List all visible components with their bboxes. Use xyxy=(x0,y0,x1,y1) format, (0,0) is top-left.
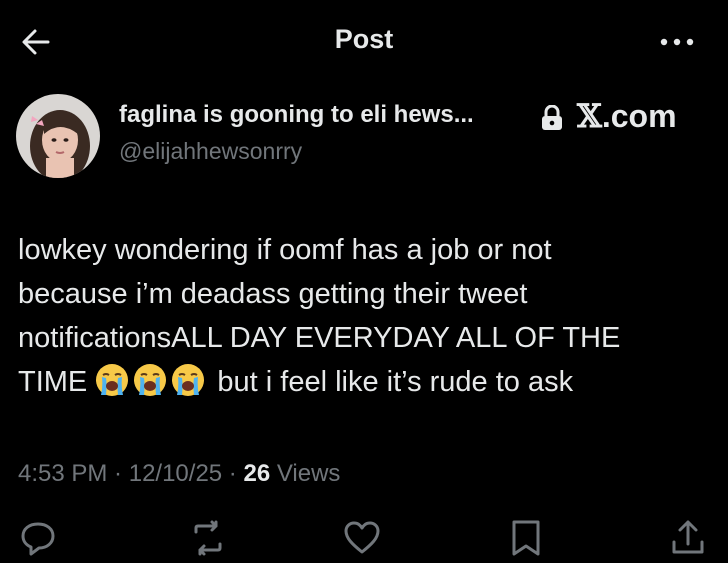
post-line: because i’m deadass getting their tweet xyxy=(18,278,528,310)
author-display-name[interactable]: faglina is gooning to eli hews... xyxy=(119,101,474,129)
avatar[interactable] xyxy=(16,94,100,178)
share-icon xyxy=(672,520,704,554)
post-meta: 4:53 PM · 12/10/25 · 26 Views xyxy=(18,460,340,488)
action-bar xyxy=(0,518,728,558)
meta-separator: · xyxy=(107,460,129,487)
bookmark-button[interactable] xyxy=(506,518,546,558)
repost-button[interactable] xyxy=(188,518,228,558)
x-com-text: .com xyxy=(601,98,677,134)
reply-button[interactable] xyxy=(18,518,58,558)
loudly-crying-face-icon xyxy=(172,364,205,396)
more-options-button[interactable] xyxy=(658,28,698,56)
more-horizontal-icon xyxy=(660,38,694,46)
lock-icon xyxy=(541,104,563,131)
views-count[interactable]: 26 xyxy=(243,460,270,487)
post-line: TIME xyxy=(18,366,88,398)
like-button[interactable] xyxy=(342,518,382,558)
post-line-last: TIME but i feel like it’s rude to ask xyxy=(18,360,718,404)
reply-icon xyxy=(21,522,55,556)
share-button[interactable] xyxy=(668,518,708,558)
bookmark-icon xyxy=(512,520,540,556)
post-line: but i feel like it’s rude to ask xyxy=(217,366,574,398)
loudly-crying-face-icon xyxy=(134,364,167,396)
avatar-photo xyxy=(16,94,100,178)
post-time[interactable]: 4:53 PM xyxy=(18,460,107,487)
post-line: lowkey wondering if oomf has a job or no… xyxy=(18,234,552,266)
repost-icon xyxy=(194,520,222,556)
author-handle[interactable]: @elijahhewsonrry xyxy=(119,138,302,165)
post-text: lowkey wondering if oomf has a job or no… xyxy=(18,228,718,404)
top-bar: Post xyxy=(0,0,728,80)
page-title: Post xyxy=(334,24,394,54)
loudly-crying-face-icon xyxy=(96,364,129,396)
meta-separator: · xyxy=(222,460,244,487)
post-line: notificationsALL DAY EVERYDAY ALL OF THE xyxy=(18,322,621,354)
x-logo-glyph: 𝕏 xyxy=(577,97,602,135)
views-label: Views xyxy=(270,460,341,487)
post-date[interactable]: 12/10/25 xyxy=(129,460,222,487)
heart-icon xyxy=(344,521,380,554)
x-com-watermark: 𝕏.com xyxy=(577,97,677,135)
